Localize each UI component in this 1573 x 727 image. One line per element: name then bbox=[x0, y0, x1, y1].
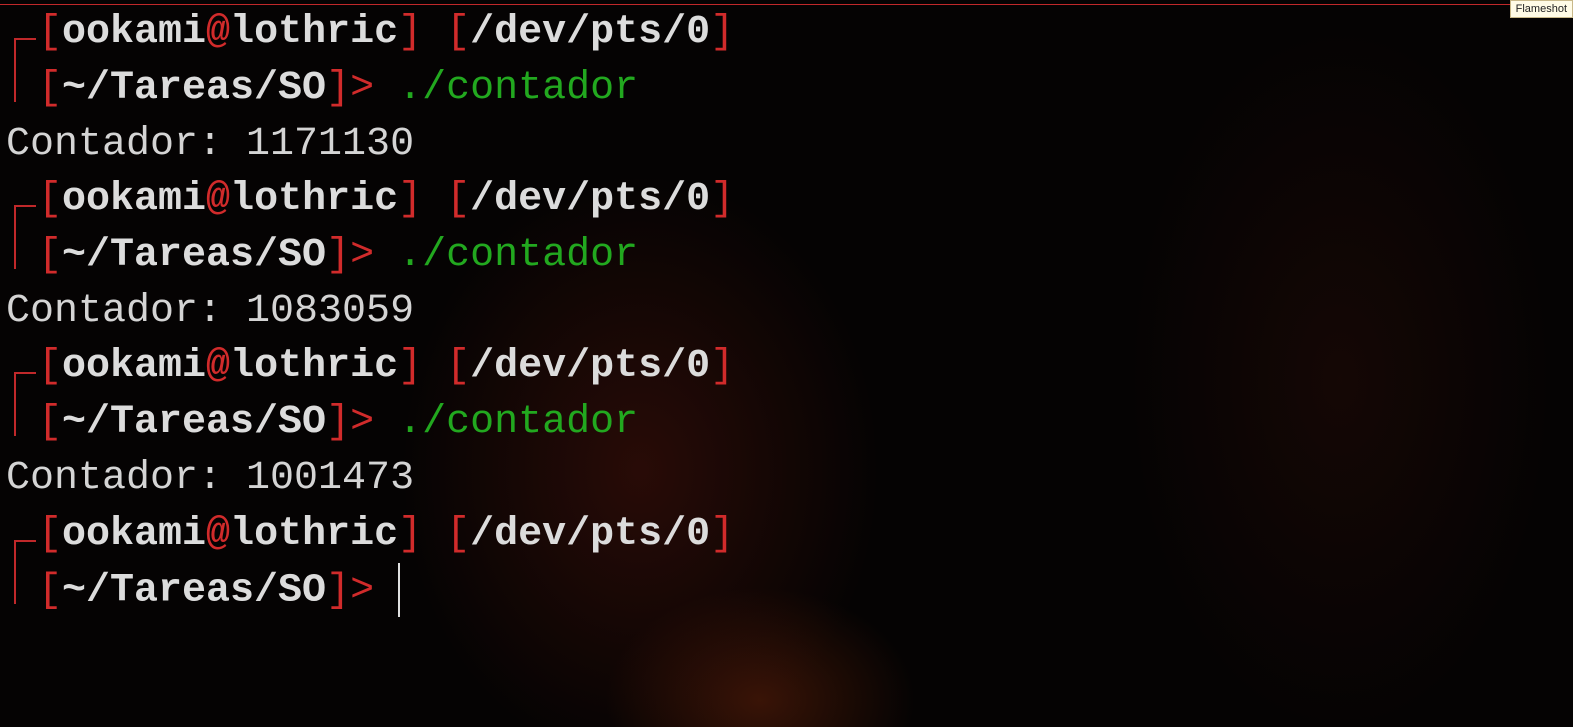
prompt-at-sign: @ bbox=[206, 512, 231, 557]
prompt-bracket-close: ] bbox=[326, 400, 351, 445]
prompt-at-sign: @ bbox=[206, 10, 231, 55]
prompt-header-line: [ookami@lothric] [/dev/pts/0] bbox=[38, 339, 734, 395]
prompt-at-sign: @ bbox=[206, 344, 231, 389]
prompt-bracket-open: [ bbox=[38, 233, 63, 278]
prompt-tty: /dev/pts/0 bbox=[470, 512, 711, 557]
prompt-host: lothric bbox=[230, 512, 399, 557]
prompt-user: ookami bbox=[62, 177, 207, 222]
prompt-bracket-close: ] bbox=[398, 344, 423, 389]
prompt-bracket-open: [ bbox=[446, 177, 471, 222]
prompt-header-line: [ookami@lothric] [/dev/pts/0] bbox=[38, 5, 734, 61]
prompt-bracket-open: [ bbox=[38, 400, 63, 445]
flameshot-label: Flameshot bbox=[1509, 0, 1573, 18]
prompt-cwd: ~/Tareas/SO bbox=[62, 66, 327, 111]
prompt-bracket-art bbox=[14, 205, 36, 269]
prompt-header-line: [ookami@lothric] [/dev/pts/0] bbox=[38, 507, 734, 563]
prompt-bracket-open: [ bbox=[38, 66, 63, 111]
text-cursor[interactable] bbox=[398, 563, 401, 617]
prompt-header-line: [ookami@lothric] [/dev/pts/0] bbox=[38, 172, 734, 228]
prompt-bracket-open: [ bbox=[38, 512, 63, 557]
prompt-bracket-close: ] bbox=[710, 177, 735, 222]
prompt-bracket-art bbox=[14, 540, 36, 604]
terminal-window[interactable]: Flameshot [ookami@lothric] [/dev/pts/0] … bbox=[0, 0, 1573, 727]
prompt-user: ookami bbox=[62, 10, 207, 55]
prompt-tty: /dev/pts/0 bbox=[470, 177, 711, 222]
prompt-host: lothric bbox=[230, 177, 399, 222]
prompt-bracket-close: ] bbox=[398, 512, 423, 557]
prompt-tty: /dev/pts/0 bbox=[470, 344, 711, 389]
command-text: ./contador bbox=[398, 400, 639, 445]
prompt-bracket-close: ] bbox=[710, 512, 735, 557]
prompt-host: lothric bbox=[230, 10, 399, 55]
prompt-arrow: > bbox=[350, 400, 375, 445]
command-output: Contador: 1083059 bbox=[6, 289, 415, 334]
command-output: Contador: 1171130 bbox=[6, 122, 415, 167]
prompt-tty: /dev/pts/0 bbox=[470, 10, 711, 55]
prompt-at-sign: @ bbox=[206, 177, 231, 222]
prompt-arrow: > bbox=[350, 568, 375, 614]
prompt-cwd: ~/Tareas/SO bbox=[62, 400, 327, 445]
prompt-command-line: [~/Tareas/SO]> ./contador bbox=[38, 228, 638, 284]
prompt-bracket-open: [ bbox=[38, 344, 63, 389]
prompt-bracket-open: [ bbox=[38, 10, 63, 55]
prompt-bracket-open: [ bbox=[38, 177, 63, 222]
prompt-user: ookami bbox=[62, 344, 207, 389]
prompt-bracket-close: ] bbox=[710, 10, 735, 55]
prompt-bracket-open: [ bbox=[446, 512, 471, 557]
prompt-bracket-open: [ bbox=[446, 10, 471, 55]
prompt-bracket-art bbox=[14, 38, 36, 102]
active-prompt-line[interactable]: [~/Tareas/SO]> bbox=[38, 563, 401, 619]
prompt-cwd: ~/Tareas/SO bbox=[62, 568, 327, 614]
prompt-command-line: [~/Tareas/SO]> ./contador bbox=[38, 61, 638, 117]
command-output: Contador: 1001473 bbox=[6, 456, 415, 501]
prompt-host: lothric bbox=[230, 344, 399, 389]
prompt-bracket-close: ] bbox=[398, 10, 423, 55]
prompt-bracket-close: ] bbox=[326, 233, 351, 278]
command-text: ./contador bbox=[398, 66, 639, 111]
prompt-command-line: [~/Tareas/SO]> ./contador bbox=[38, 395, 638, 451]
prompt-arrow: > bbox=[350, 233, 375, 278]
prompt-arrow: > bbox=[350, 66, 375, 111]
prompt-bracket-close: ] bbox=[326, 66, 351, 111]
prompt-bracket-open: [ bbox=[38, 568, 63, 614]
prompt-bracket-close: ] bbox=[326, 568, 351, 614]
prompt-user: ookami bbox=[62, 512, 207, 557]
prompt-cwd: ~/Tareas/SO bbox=[62, 233, 327, 278]
prompt-bracket-close: ] bbox=[710, 344, 735, 389]
command-text: ./contador bbox=[398, 233, 639, 278]
prompt-bracket-close: ] bbox=[398, 177, 423, 222]
prompt-bracket-open: [ bbox=[446, 344, 471, 389]
prompt-bracket-art bbox=[14, 372, 36, 436]
